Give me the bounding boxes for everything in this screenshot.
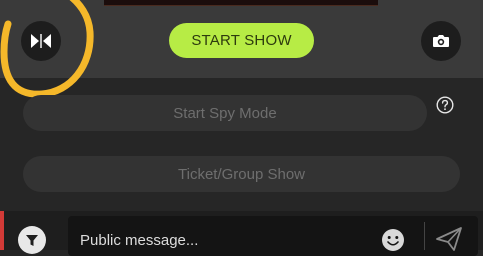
input-divider — [424, 222, 425, 250]
emoji-icon[interactable] — [381, 228, 405, 252]
filter-icon — [26, 235, 38, 246]
switch-camera-button[interactable] — [421, 21, 461, 61]
ticket-group-show-button[interactable]: Ticket/Group Show — [23, 156, 460, 192]
send-icon[interactable] — [435, 226, 463, 252]
public-message-input[interactable] — [80, 229, 360, 251]
flip-camera-button[interactable] — [21, 21, 61, 61]
ticket-group-show-label: Ticket/Group Show — [178, 165, 305, 183]
camera-switch-icon — [433, 35, 449, 47]
start-show-button[interactable]: START SHOW — [169, 23, 314, 58]
start-spy-mode-label: Start Spy Mode — [173, 104, 277, 122]
help-icon[interactable] — [436, 96, 454, 114]
chat-bar-accent — [0, 211, 4, 250]
video-preview-edge — [104, 0, 378, 6]
start-spy-mode-button[interactable]: Start Spy Mode — [23, 95, 427, 131]
flip-camera-icon — [31, 34, 51, 48]
